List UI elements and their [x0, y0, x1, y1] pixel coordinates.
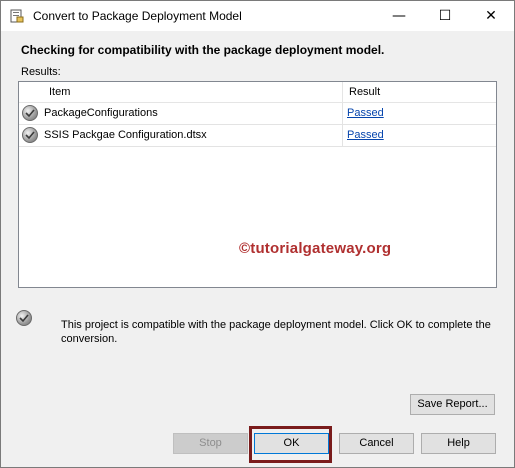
result-link-passed[interactable]: Passed — [347, 129, 384, 141]
maximize-button[interactable]: ☐ — [422, 1, 468, 31]
cancel-button[interactable]: Cancel — [339, 433, 414, 454]
help-button[interactable]: Help — [421, 433, 496, 454]
column-header-item[interactable]: Item — [49, 86, 70, 98]
minimize-button[interactable]: — — [376, 1, 422, 31]
column-header-result[interactable]: Result — [349, 86, 380, 98]
column-divider — [342, 82, 343, 102]
row-item-name: SSIS Packgae Configuration.dtsx — [44, 129, 207, 141]
table-row[interactable]: SSIS Packgae Configuration.dtsx Passed — [19, 125, 496, 147]
dialog-window: Convert to Package Deployment Model — ☐ … — [0, 0, 515, 468]
row-divider — [342, 103, 343, 124]
status-message: This project is compatible with the pack… — [61, 319, 491, 345]
passed-check-icon — [22, 127, 38, 143]
watermark: ©tutorialgateway.org — [239, 240, 392, 257]
passed-check-icon — [22, 105, 38, 121]
ok-highlight-box — [249, 426, 332, 463]
stop-button[interactable]: Stop — [173, 433, 248, 454]
close-button[interactable]: ✕ — [468, 1, 514, 31]
page-title: Checking for compatibility with the pack… — [21, 43, 385, 57]
title-bar[interactable]: Convert to Package Deployment Model — ☐ … — [1, 1, 514, 31]
save-report-button[interactable]: Save Report... — [410, 394, 495, 415]
result-link-passed[interactable]: Passed — [347, 107, 384, 119]
row-divider — [342, 125, 343, 146]
row-item-name: PackageConfigurations — [44, 107, 158, 119]
package-icon — [9, 8, 25, 24]
window-title: Convert to Package Deployment Model — [33, 9, 242, 23]
grid-header: Item Result — [19, 82, 496, 103]
results-grid: Item Result PackageConfigurations Passed… — [18, 81, 497, 288]
results-label: Results: — [21, 66, 61, 78]
table-row[interactable]: PackageConfigurations Passed — [19, 103, 496, 125]
passed-check-icon — [16, 310, 32, 326]
